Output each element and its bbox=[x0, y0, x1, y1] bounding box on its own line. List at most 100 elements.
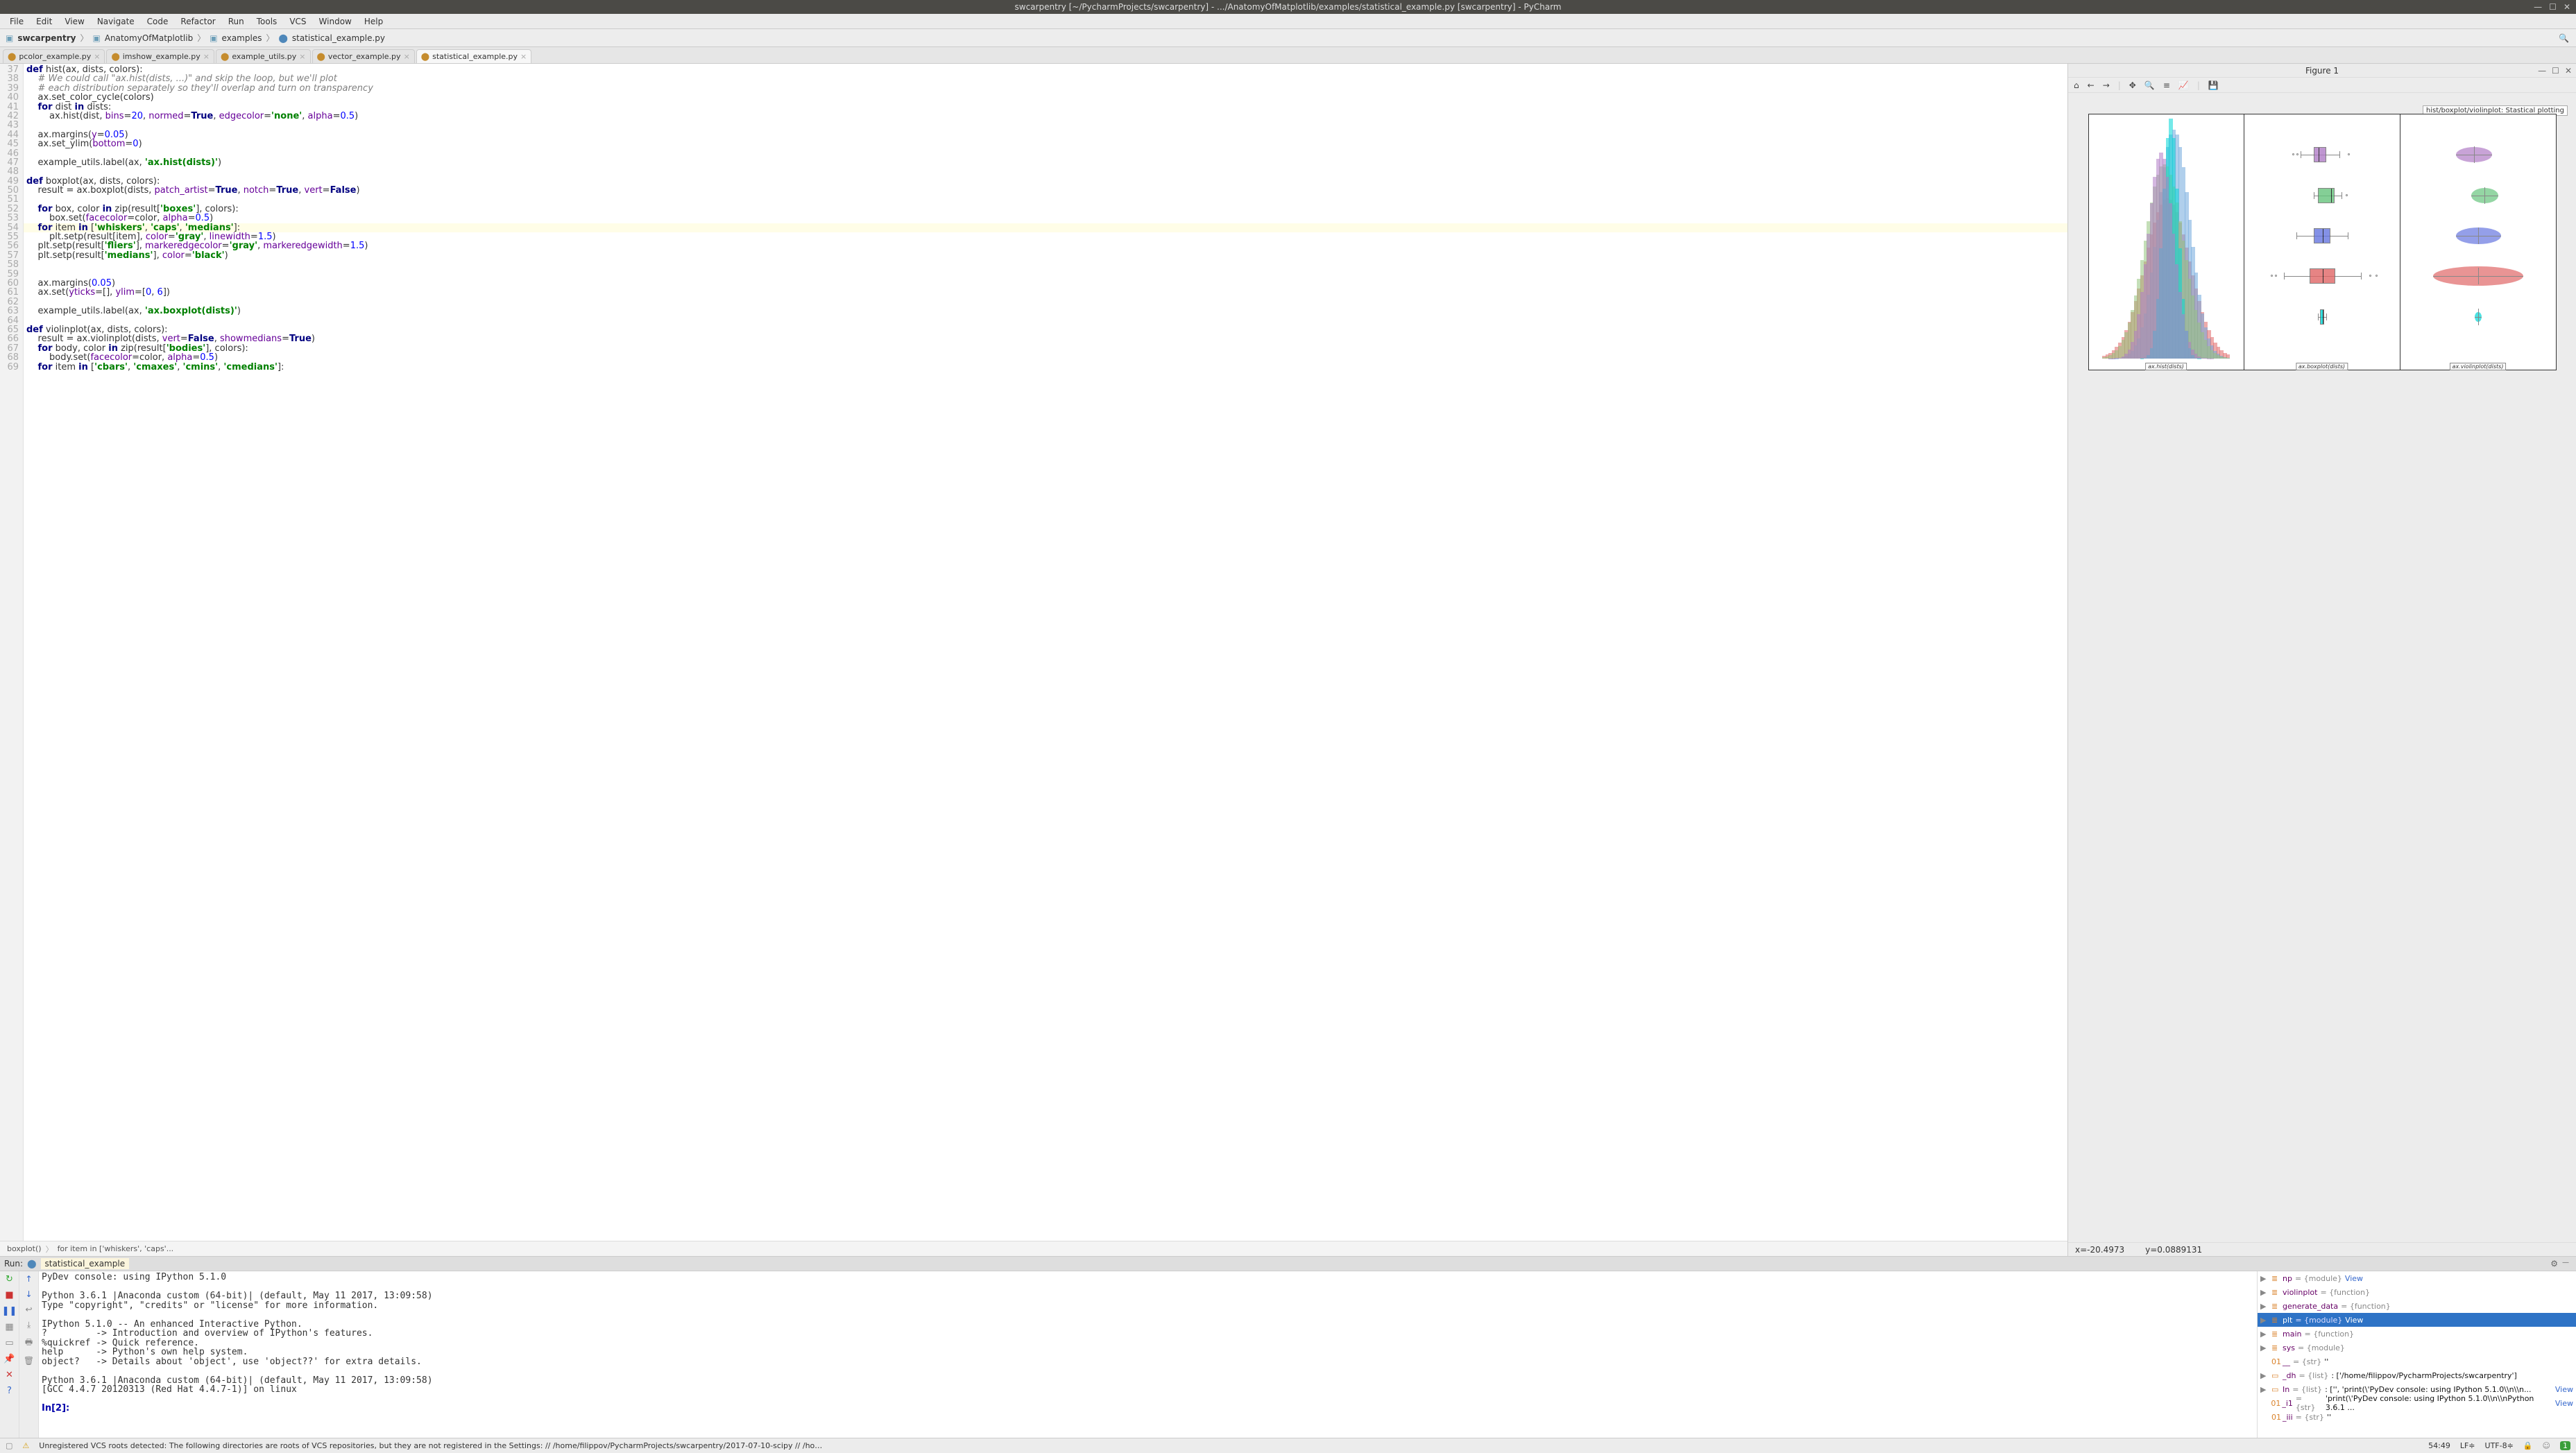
menu-edit[interactable]: Edit bbox=[31, 15, 58, 28]
cursor-position[interactable]: 54:49 bbox=[2428, 1441, 2450, 1450]
layout-icon[interactable]: ▭ bbox=[5, 1338, 13, 1348]
scroll-icon[interactable]: ⤓ bbox=[27, 1320, 31, 1330]
expand-icon[interactable]: ▶ bbox=[2260, 1371, 2269, 1380]
menu-navigate[interactable]: Navigate bbox=[92, 15, 140, 28]
configure-icon[interactable]: ≡ bbox=[2163, 80, 2170, 90]
window-close-icon[interactable]: ✕ bbox=[2564, 2, 2570, 12]
menu-code[interactable]: Code bbox=[142, 15, 174, 28]
up-icon[interactable]: ↑ bbox=[25, 1274, 32, 1284]
zoom-icon[interactable]: 🔍 bbox=[2144, 80, 2155, 90]
figure-close-icon[interactable]: ✕ bbox=[2565, 66, 2572, 76]
menu-view[interactable]: View bbox=[59, 15, 89, 28]
window-minimize-icon[interactable]: — bbox=[2534, 2, 2542, 12]
figure-max-icon[interactable]: ☐ bbox=[2552, 66, 2559, 76]
variable-row[interactable]: ▶≣generate_data = {function} bbox=[2258, 1299, 2576, 1313]
variable-row[interactable]: 01_iii = {str} '' bbox=[2258, 1410, 2576, 1424]
help-icon[interactable]: ? bbox=[7, 1386, 12, 1396]
figure-min-icon[interactable]: — bbox=[2538, 66, 2546, 76]
nav-crumb[interactable]: AnatomyOfMatplotlib bbox=[105, 33, 193, 43]
stop-icon[interactable]: ■ bbox=[5, 1290, 13, 1300]
pan-icon[interactable]: ✥ bbox=[2129, 80, 2136, 90]
close-icon[interactable]: × bbox=[203, 52, 210, 61]
view-link[interactable]: View bbox=[2345, 1316, 2363, 1325]
editor-tab[interactable]: ⬤example_utils.py× bbox=[216, 49, 311, 63]
statusbar-toggle-icon[interactable]: ▢ bbox=[6, 1441, 12, 1450]
line-separator[interactable]: LF≑ bbox=[2460, 1441, 2475, 1450]
forward-icon[interactable]: → bbox=[2103, 80, 2110, 90]
expand-icon[interactable]: ▶ bbox=[2260, 1316, 2269, 1325]
subplot-hist[interactable]: ax.hist(dists) bbox=[2088, 114, 2244, 370]
variable-row[interactable]: 01_i1 = {str} 'print(\'PyDev console: us… bbox=[2258, 1396, 2576, 1410]
save-icon[interactable]: 💾 bbox=[2208, 80, 2219, 90]
crumb-statement[interactable]: for item in ['whiskers', 'caps'... bbox=[58, 1244, 174, 1253]
variable-row[interactable]: 01__ = {str} '' bbox=[2258, 1355, 2576, 1368]
inspection-icon[interactable]: ☺ bbox=[2543, 1441, 2550, 1450]
status-message[interactable]: Unregistered VCS roots detected: The fol… bbox=[39, 1441, 823, 1450]
subplot-violin[interactable]: ax.violinplot(dists) bbox=[2400, 114, 2557, 370]
python-console[interactable]: PyDev console: using IPython 5.1.0 Pytho… bbox=[39, 1271, 2257, 1438]
variable-row[interactable]: ▶▭_dh = {list} : ['/home/filippov/Pychar… bbox=[2258, 1368, 2576, 1382]
code-content[interactable]: def hist(ax, dists, colors): # We could … bbox=[24, 64, 2067, 1241]
back-icon[interactable]: ← bbox=[2088, 80, 2095, 90]
expand-icon[interactable]: ▶ bbox=[2260, 1274, 2269, 1283]
run-config-name[interactable]: statistical_example bbox=[41, 1258, 130, 1269]
lock-icon[interactable]: 🔒 bbox=[2523, 1441, 2533, 1450]
variables-pane[interactable]: ▶≣np = {module} View▶≣violinplot = {func… bbox=[2257, 1271, 2576, 1438]
editor-tab[interactable]: ⬤vector_example.py× bbox=[312, 49, 415, 63]
tab-label: imshow_example.py bbox=[123, 52, 201, 61]
menu-refactor[interactable]: Refactor bbox=[175, 15, 221, 28]
home-icon[interactable]: ⌂ bbox=[2074, 80, 2079, 90]
search-icon[interactable]: 🔍 bbox=[2559, 33, 2569, 43]
nav-crumb[interactable]: examples bbox=[222, 33, 262, 43]
expand-icon[interactable]: ▶ bbox=[2260, 1302, 2269, 1311]
wrap-icon[interactable]: ↩ bbox=[25, 1305, 32, 1314]
view-link[interactable]: View bbox=[2555, 1399, 2573, 1408]
minimize-icon[interactable]: — bbox=[2562, 1259, 2569, 1269]
window-maximize-icon[interactable]: ☐ bbox=[2549, 2, 2557, 12]
ide-status-bar: ▢ ⚠ Unregistered VCS roots detected: The… bbox=[0, 1438, 2576, 1453]
variable-row[interactable]: ▶≣main = {function} bbox=[2258, 1327, 2576, 1341]
view-link[interactable]: View bbox=[2345, 1274, 2363, 1283]
code-editor[interactable]: 3738394041424344454647484950515253545556… bbox=[0, 64, 2067, 1241]
view-link[interactable]: View bbox=[2555, 1385, 2573, 1394]
menu-tools[interactable]: Tools bbox=[251, 15, 283, 28]
close-icon[interactable]: × bbox=[94, 52, 100, 61]
print-icon[interactable]: 🖶 bbox=[25, 1336, 33, 1350]
expand-icon[interactable]: ▶ bbox=[2260, 1385, 2269, 1394]
expand-icon[interactable]: ▶ bbox=[2260, 1343, 2269, 1352]
project-name[interactable]: swcarpentry bbox=[17, 33, 76, 43]
figure-canvas[interactable]: hist/boxplot/violinplot: Stastical plott… bbox=[2068, 93, 2576, 1242]
nav-crumb-file[interactable]: statistical_example.py bbox=[292, 33, 385, 43]
close-icon[interactable]: × bbox=[520, 52, 527, 61]
menu-run[interactable]: Run bbox=[223, 15, 250, 28]
notification-badge[interactable]: 1 bbox=[2560, 1441, 2570, 1450]
rerun-icon[interactable]: ↻ bbox=[6, 1274, 13, 1284]
down-icon[interactable]: ↓ bbox=[25, 1289, 32, 1299]
subplot-label: ax.hist(dists) bbox=[2145, 363, 2187, 370]
close-icon[interactable]: ✕ bbox=[6, 1370, 13, 1380]
crumb-fn[interactable]: boxplot() bbox=[7, 1244, 42, 1253]
expand-icon[interactable]: ▶ bbox=[2260, 1288, 2269, 1297]
editor-tab[interactable]: ⬤pcolor_example.py× bbox=[3, 49, 105, 63]
expand-icon[interactable]: ▶ bbox=[2260, 1330, 2269, 1339]
file-encoding[interactable]: UTF-8≑ bbox=[2485, 1441, 2514, 1450]
variable-row[interactable]: ▶≣violinplot = {function} bbox=[2258, 1285, 2576, 1299]
close-icon[interactable]: × bbox=[299, 52, 305, 61]
trash-icon[interactable]: 🗑 bbox=[24, 1356, 34, 1366]
menu-vcs[interactable]: VCS bbox=[284, 15, 312, 28]
variable-row[interactable]: ▶≣np = {module} View bbox=[2258, 1271, 2576, 1285]
menu-window[interactable]: Window bbox=[314, 15, 357, 28]
variable-row[interactable]: ▶≣sys = {module} bbox=[2258, 1341, 2576, 1355]
axes-icon[interactable]: 📈 bbox=[2178, 80, 2189, 90]
close-icon[interactable]: × bbox=[404, 52, 410, 61]
variable-row[interactable]: ▶≣plt = {module} View bbox=[2258, 1313, 2576, 1327]
menu-file[interactable]: File bbox=[4, 15, 29, 28]
subplot-boxplot[interactable]: ax.boxplot(dists) bbox=[2244, 114, 2400, 370]
gear-icon[interactable]: ⚙ bbox=[2550, 1259, 2558, 1269]
pin-icon[interactable]: 📌 bbox=[3, 1354, 15, 1364]
editor-tab[interactable]: ⬤imshow_example.py× bbox=[106, 49, 214, 63]
menu-help[interactable]: Help bbox=[359, 15, 389, 28]
dump-icon[interactable]: ▦ bbox=[5, 1322, 13, 1332]
editor-tab[interactable]: ⬤statistical_example.py× bbox=[416, 49, 531, 63]
pause-icon[interactable]: ❚❚ bbox=[2, 1306, 17, 1316]
